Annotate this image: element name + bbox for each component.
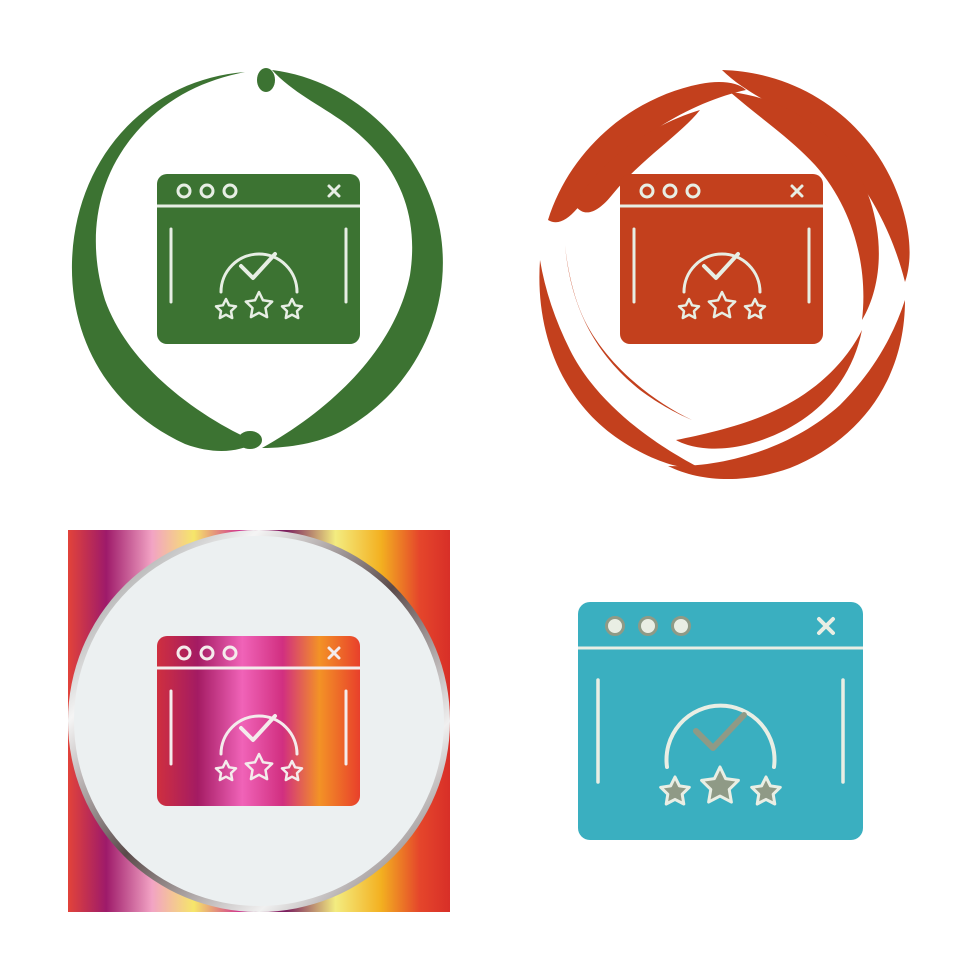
variant-green	[71, 68, 443, 451]
window-body	[157, 636, 360, 806]
browser-rating-icon	[620, 174, 823, 344]
window-body	[578, 602, 863, 840]
variant-red	[539, 70, 910, 480]
variant-blue	[578, 602, 863, 840]
window-body	[157, 174, 360, 344]
window-dot-2	[638, 616, 658, 636]
window-dot-1	[605, 616, 625, 636]
icon-set	[68, 68, 910, 912]
window-dot-3	[671, 616, 691, 636]
window-body	[620, 174, 823, 344]
browser-rating-icon	[578, 602, 863, 840]
variant-gradient	[68, 530, 450, 912]
browser-rating-icon	[157, 174, 360, 344]
browser-rating-icon	[157, 636, 360, 806]
